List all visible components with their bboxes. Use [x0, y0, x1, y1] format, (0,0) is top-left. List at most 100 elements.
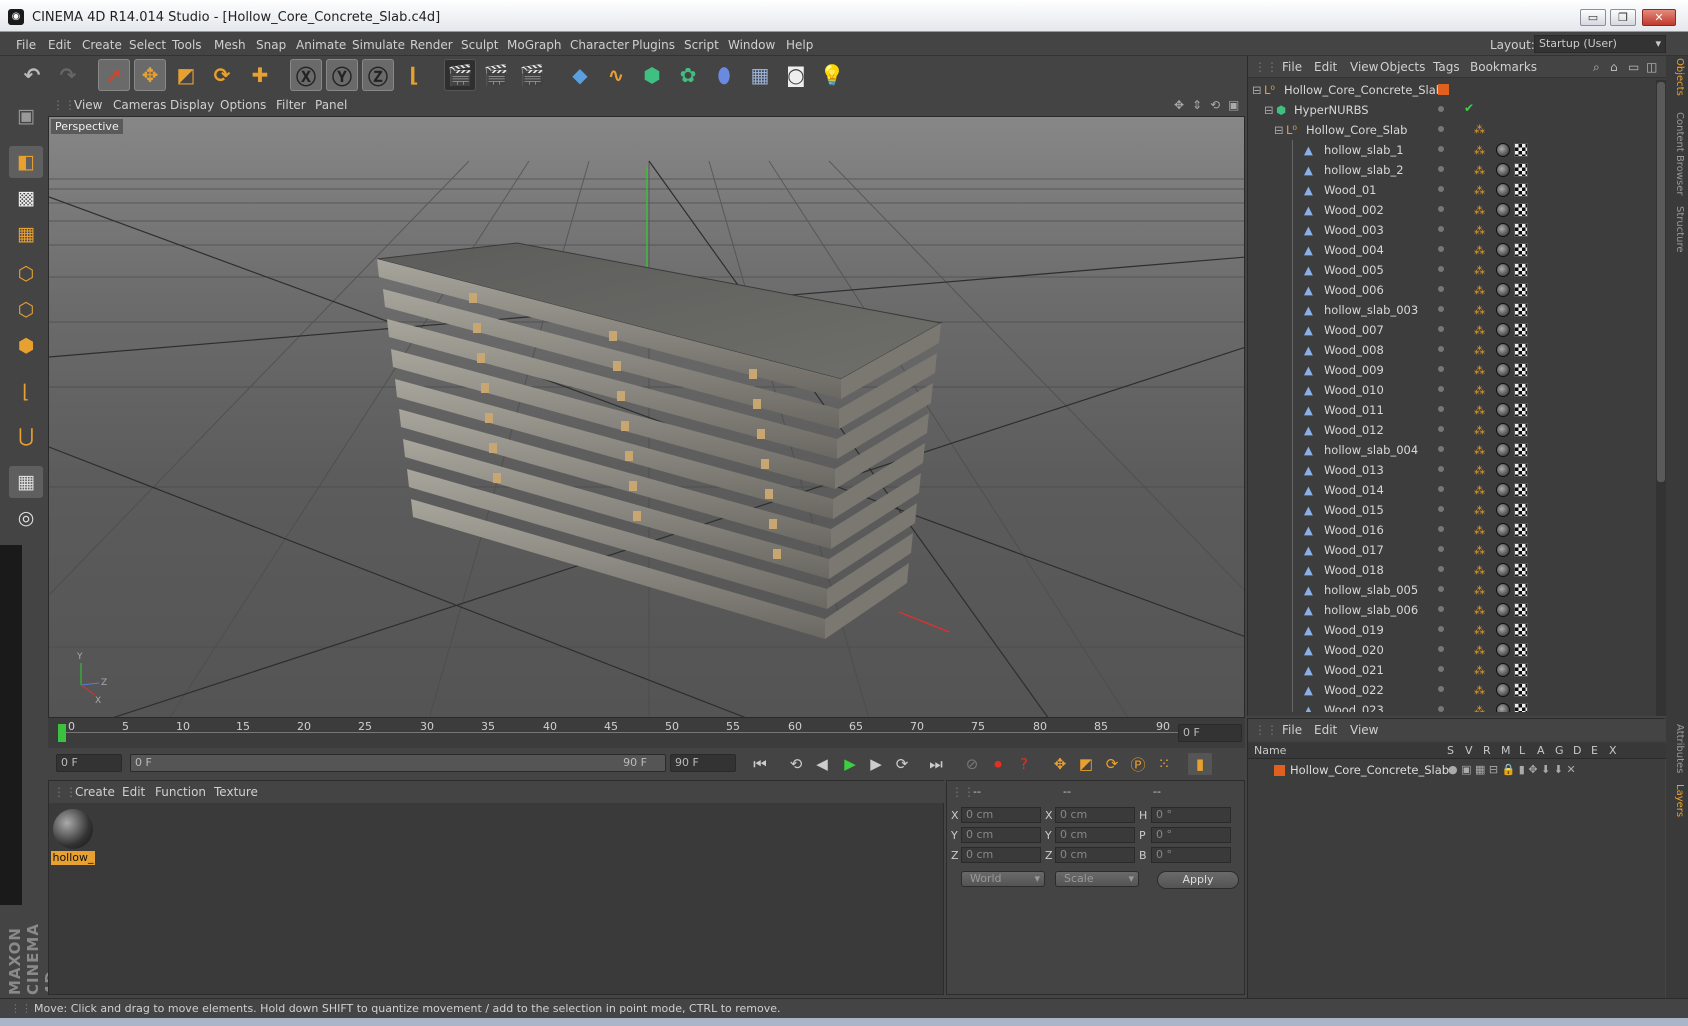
- render-picture-viewer-button[interactable]: 🎬: [480, 59, 512, 91]
- phong-tag-icon[interactable]: ⁂: [1474, 364, 1485, 377]
- material-tag-icon[interactable]: [1496, 423, 1510, 437]
- texture-mode-button[interactable]: ▩: [9, 182, 43, 214]
- menu-create[interactable]: Create: [82, 38, 122, 52]
- material-tag-icon[interactable]: [1496, 703, 1510, 712]
- object-row[interactable]: ▲ Wood_009 ⁂: [1248, 360, 1648, 380]
- restore-button[interactable]: ❐: [1610, 9, 1636, 26]
- object-row-group[interactable]: ⊟ L⁰ Hollow_Core_Slab ⁂: [1248, 120, 1648, 140]
- add-tool-button[interactable]: ✚: [244, 59, 276, 91]
- phong-tag-icon[interactable]: ⁂: [1474, 604, 1485, 617]
- viewport-menu-display[interactable]: Display: [170, 98, 214, 112]
- phong-tag-icon[interactable]: ⁂: [1474, 664, 1485, 677]
- new-view-icon[interactable]: ◫: [1646, 60, 1657, 74]
- object-row[interactable]: ▲ hollow_slab_003 ⁂: [1248, 300, 1648, 320]
- phong-tag-icon[interactable]: ⁂: [1474, 644, 1485, 657]
- object-row[interactable]: ▲ Wood_016 ⁂: [1248, 520, 1648, 540]
- material-tag-icon[interactable]: [1496, 483, 1510, 497]
- phong-tag-icon[interactable]: ⁂: [1474, 504, 1485, 517]
- object-row[interactable]: ▲ Wood_021 ⁂: [1248, 660, 1648, 680]
- om-menu-edit[interactable]: Edit: [1314, 60, 1337, 74]
- soft-selection-button[interactable]: ◎: [9, 502, 43, 534]
- key-rotation-button[interactable]: ⟳: [1100, 753, 1124, 775]
- material-tag-icon[interactable]: [1496, 523, 1510, 537]
- object-row[interactable]: ▲ Wood_004 ⁂: [1248, 240, 1648, 260]
- visibility-dot[interactable]: [1438, 226, 1444, 232]
- phong-tag-icon[interactable]: ⁂: [1474, 564, 1485, 577]
- object-list-scrollbar[interactable]: [1656, 80, 1666, 716]
- material-tag-icon[interactable]: [1496, 603, 1510, 617]
- visibility-dot[interactable]: [1438, 106, 1444, 112]
- viewport-menu-options[interactable]: Options: [220, 98, 266, 112]
- render-settings-button[interactable]: 🎬: [516, 59, 548, 91]
- material-tag-icon[interactable]: [1496, 443, 1510, 457]
- phong-tag-icon[interactable]: ⁂: [1474, 524, 1485, 537]
- axis-mode-button[interactable]: ⌊: [9, 376, 43, 408]
- om-menu-bookmarks[interactable]: Bookmarks: [1470, 60, 1537, 74]
- uvw-tag-icon[interactable]: [1514, 363, 1528, 377]
- menu-file[interactable]: File: [16, 38, 36, 52]
- end-frame-field[interactable]: 90 F: [670, 754, 736, 772]
- uvw-tag-icon[interactable]: [1514, 663, 1528, 677]
- phong-tag-icon[interactable]: ⁂: [1474, 404, 1485, 417]
- object-row[interactable]: ▲ Wood_018 ⁂: [1248, 560, 1648, 580]
- material-tag-icon[interactable]: [1496, 163, 1510, 177]
- snap-button[interactable]: ⋃: [9, 420, 43, 452]
- pan-icon[interactable]: ✥: [1174, 98, 1184, 112]
- object-row[interactable]: ▲ Wood_003 ⁂: [1248, 220, 1648, 240]
- visibility-dot[interactable]: [1438, 566, 1444, 572]
- layer-row[interactable]: Hollow_Core_Concrete_Slab ● ▣ ▦ ⊟ 🔒 ▮ ✥ …: [1248, 761, 1666, 779]
- key-points-button[interactable]: ⁙: [1152, 753, 1176, 775]
- material-tag-icon[interactable]: [1496, 643, 1510, 657]
- previous-key-button[interactable]: ⟲: [784, 753, 808, 775]
- visibility-dot[interactable]: [1438, 206, 1444, 212]
- phong-tag-icon[interactable]: ⁂: [1474, 444, 1485, 457]
- orbit-icon[interactable]: ⟲: [1210, 98, 1220, 112]
- phong-tag-icon[interactable]: ⁂: [1474, 464, 1485, 477]
- material-tag-icon[interactable]: [1496, 323, 1510, 337]
- menu-snap[interactable]: Snap: [256, 38, 286, 52]
- om-menu-tags[interactable]: Tags: [1433, 60, 1460, 74]
- object-row[interactable]: ▲ hollow_slab_1 ⁂: [1248, 140, 1648, 160]
- visibility-dot[interactable]: [1438, 286, 1444, 292]
- uvw-tag-icon[interactable]: [1514, 183, 1528, 197]
- start-frame-field[interactable]: 0 F: [56, 754, 122, 772]
- uvw-tag-icon[interactable]: [1514, 243, 1528, 257]
- material-swatch[interactable]: hollow_: [51, 807, 95, 865]
- uvw-tag-icon[interactable]: [1514, 643, 1528, 657]
- visibility-dot[interactable]: [1438, 686, 1444, 692]
- om-menu-file[interactable]: File: [1282, 60, 1302, 74]
- material-tag-icon[interactable]: [1496, 223, 1510, 237]
- material-tag-icon[interactable]: [1496, 583, 1510, 597]
- visibility-dot[interactable]: [1438, 466, 1444, 472]
- go-to-start-button[interactable]: ⏮: [748, 753, 772, 775]
- object-row[interactable]: ▲ Wood_010 ⁂: [1248, 380, 1648, 400]
- uvw-tag-icon[interactable]: [1514, 303, 1528, 317]
- menu-plugins[interactable]: Plugins: [632, 38, 675, 52]
- uvw-tag-icon[interactable]: [1514, 623, 1528, 637]
- material-menu-edit[interactable]: Edit: [122, 785, 145, 799]
- rotation-p-field[interactable]: 0 °: [1151, 827, 1231, 843]
- phong-tag-icon[interactable]: ⁂: [1474, 424, 1485, 437]
- light-button[interactable]: 💡: [816, 59, 848, 91]
- visibility-dot[interactable]: [1438, 266, 1444, 272]
- visibility-dot[interactable]: [1438, 346, 1444, 352]
- material-tag-icon[interactable]: [1496, 543, 1510, 557]
- uvw-tag-icon[interactable]: [1514, 603, 1528, 617]
- y-axis-button[interactable]: Ⓨ: [326, 59, 358, 91]
- object-row[interactable]: ▲ Wood_011 ⁂: [1248, 400, 1648, 420]
- uvw-tag-icon[interactable]: [1514, 463, 1528, 477]
- menu-animate[interactable]: Animate: [296, 38, 346, 52]
- size-y-field[interactable]: 0 cm: [1055, 827, 1135, 843]
- layout-select[interactable]: Startup (User) ▾: [1534, 35, 1666, 53]
- undo-button[interactable]: ↶: [16, 59, 48, 91]
- phong-tag-icon[interactable]: ⁂: [1474, 384, 1485, 397]
- menu-help[interactable]: Help: [786, 38, 813, 52]
- tab-objects[interactable]: Objects: [1669, 58, 1685, 96]
- collapse-icon[interactable]: ▭: [1628, 60, 1639, 74]
- object-row[interactable]: ▲ hollow_slab_2 ⁂: [1248, 160, 1648, 180]
- visibility-dot[interactable]: [1438, 586, 1444, 592]
- perspective-viewport[interactable]: Y ZX Perspective: [48, 116, 1245, 718]
- x-axis-button[interactable]: Ⓧ: [290, 59, 322, 91]
- om-menu-objects[interactable]: Objects: [1380, 60, 1425, 74]
- visibility-dot[interactable]: [1438, 706, 1444, 712]
